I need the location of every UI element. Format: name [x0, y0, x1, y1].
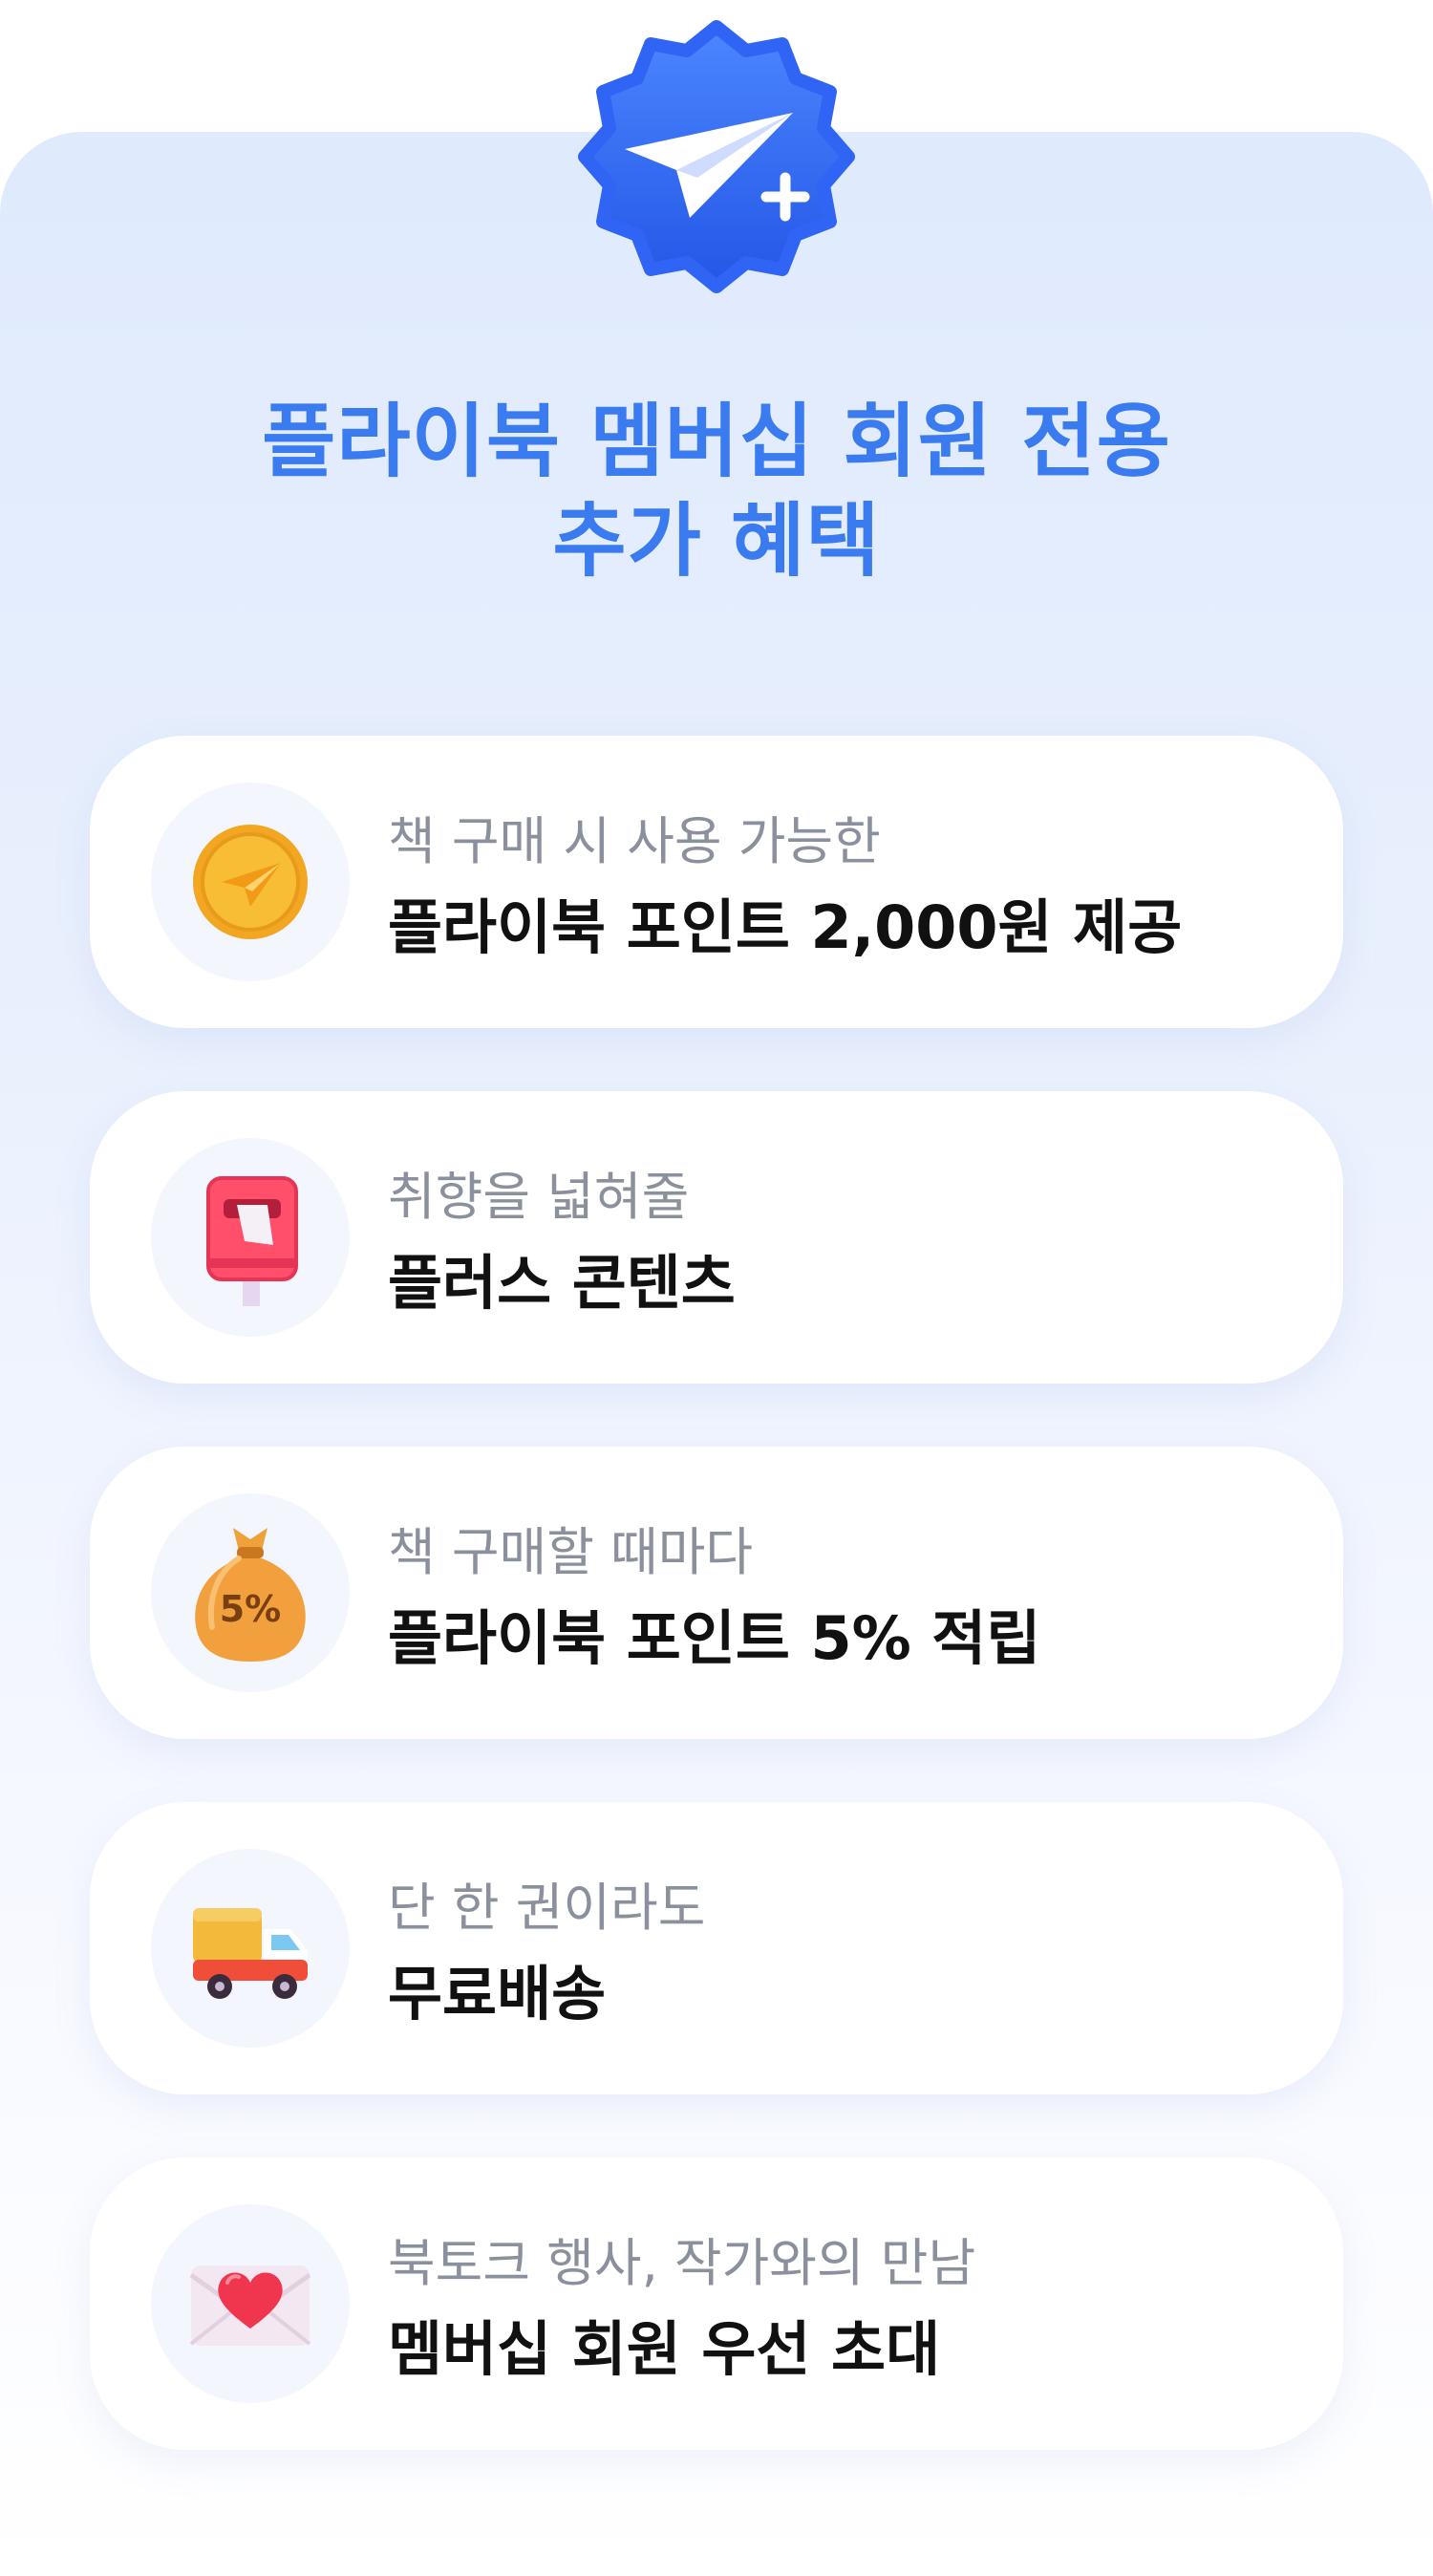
benefit-subtitle: 취향을 넓혀줄 — [388, 1167, 690, 1227]
benefit-card-free-shipping: 단 한 권이라도 무료배송 — [90, 1802, 1343, 2094]
delivery-truck-icon — [193, 1908, 308, 1999]
money-bag-icon: 5% — [195, 1528, 306, 1662]
love-letter-icon — [189, 2265, 311, 2346]
benefit-title: 무료배송 — [388, 1959, 607, 2029]
money-bag-label: 5% — [220, 1588, 282, 1630]
benefit-subtitle: 책 구매 시 사용 가능한 — [388, 811, 881, 871]
benefit-card-priority-invite: 북토크 행사, 작가와의 만남 멤버십 회원 우선 초대 — [90, 2157, 1343, 2450]
benefit-title: 플러스 콘텐츠 — [388, 1248, 736, 1318]
title-line-1: 플라이북 멤버십 회원 전용 — [262, 395, 1171, 488]
benefit-subtitle: 책 구매할 때마다 — [388, 1522, 754, 1582]
benefit-title: 플라이북 포인트 2,000원 제공 — [388, 892, 1183, 962]
benefit-card-point-accrual: 5% 책 구매할 때마다 플라이북 포인트 5% 적립 — [90, 1447, 1343, 1739]
benefit-title: 플라이북 포인트 5% 적립 — [388, 1603, 1041, 1673]
benefit-card-points: 책 구매 시 사용 가능한 플라이북 포인트 2,000원 제공 — [90, 736, 1343, 1028]
benefit-subtitle: 단 한 권이라도 — [388, 1878, 706, 1938]
benefit-title: 멤버십 회원 우선 초대 — [388, 2314, 941, 2384]
benefit-card-plus-content: 취향을 넓혀줄 플러스 콘텐츠 — [90, 1091, 1343, 1384]
title-line-2: 추가 혜택 — [552, 494, 881, 588]
paper-plane-plus-badge-icon — [578, 20, 855, 293]
coin-icon — [193, 825, 308, 939]
benefit-subtitle: 북토크 행사, 작가와의 만남 — [388, 2233, 976, 2293]
page-title: 플라이북 멤버십 회원 전용 추가 혜택 — [0, 392, 1433, 590]
mailbox-icon — [206, 1176, 298, 1306]
